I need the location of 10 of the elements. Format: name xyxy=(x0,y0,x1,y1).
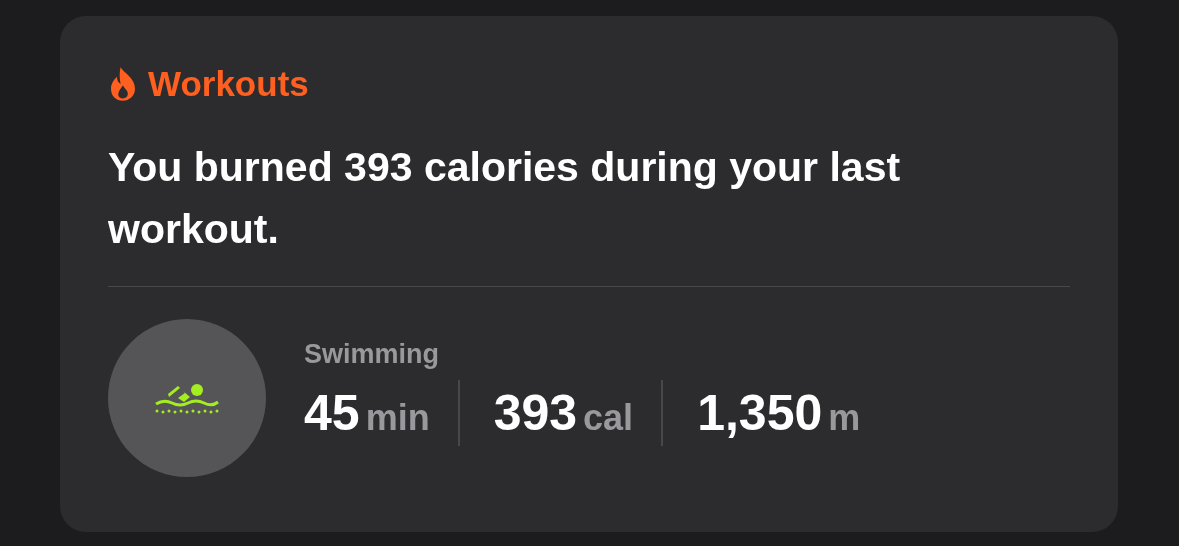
stat-value: 45 xyxy=(304,383,360,442)
stat-unit: cal xyxy=(583,396,634,439)
activity-name: Swimming xyxy=(304,338,440,370)
stat-value: 1,350 xyxy=(697,383,823,442)
stat-value: 393 xyxy=(493,383,578,442)
stat-unit: min xyxy=(365,396,430,439)
section-title: Workouts xyxy=(148,64,309,104)
stat-unit: m xyxy=(828,396,861,439)
summary-text: You burned 393 calories during your last workout. xyxy=(108,143,902,254)
flame-icon xyxy=(108,66,138,102)
